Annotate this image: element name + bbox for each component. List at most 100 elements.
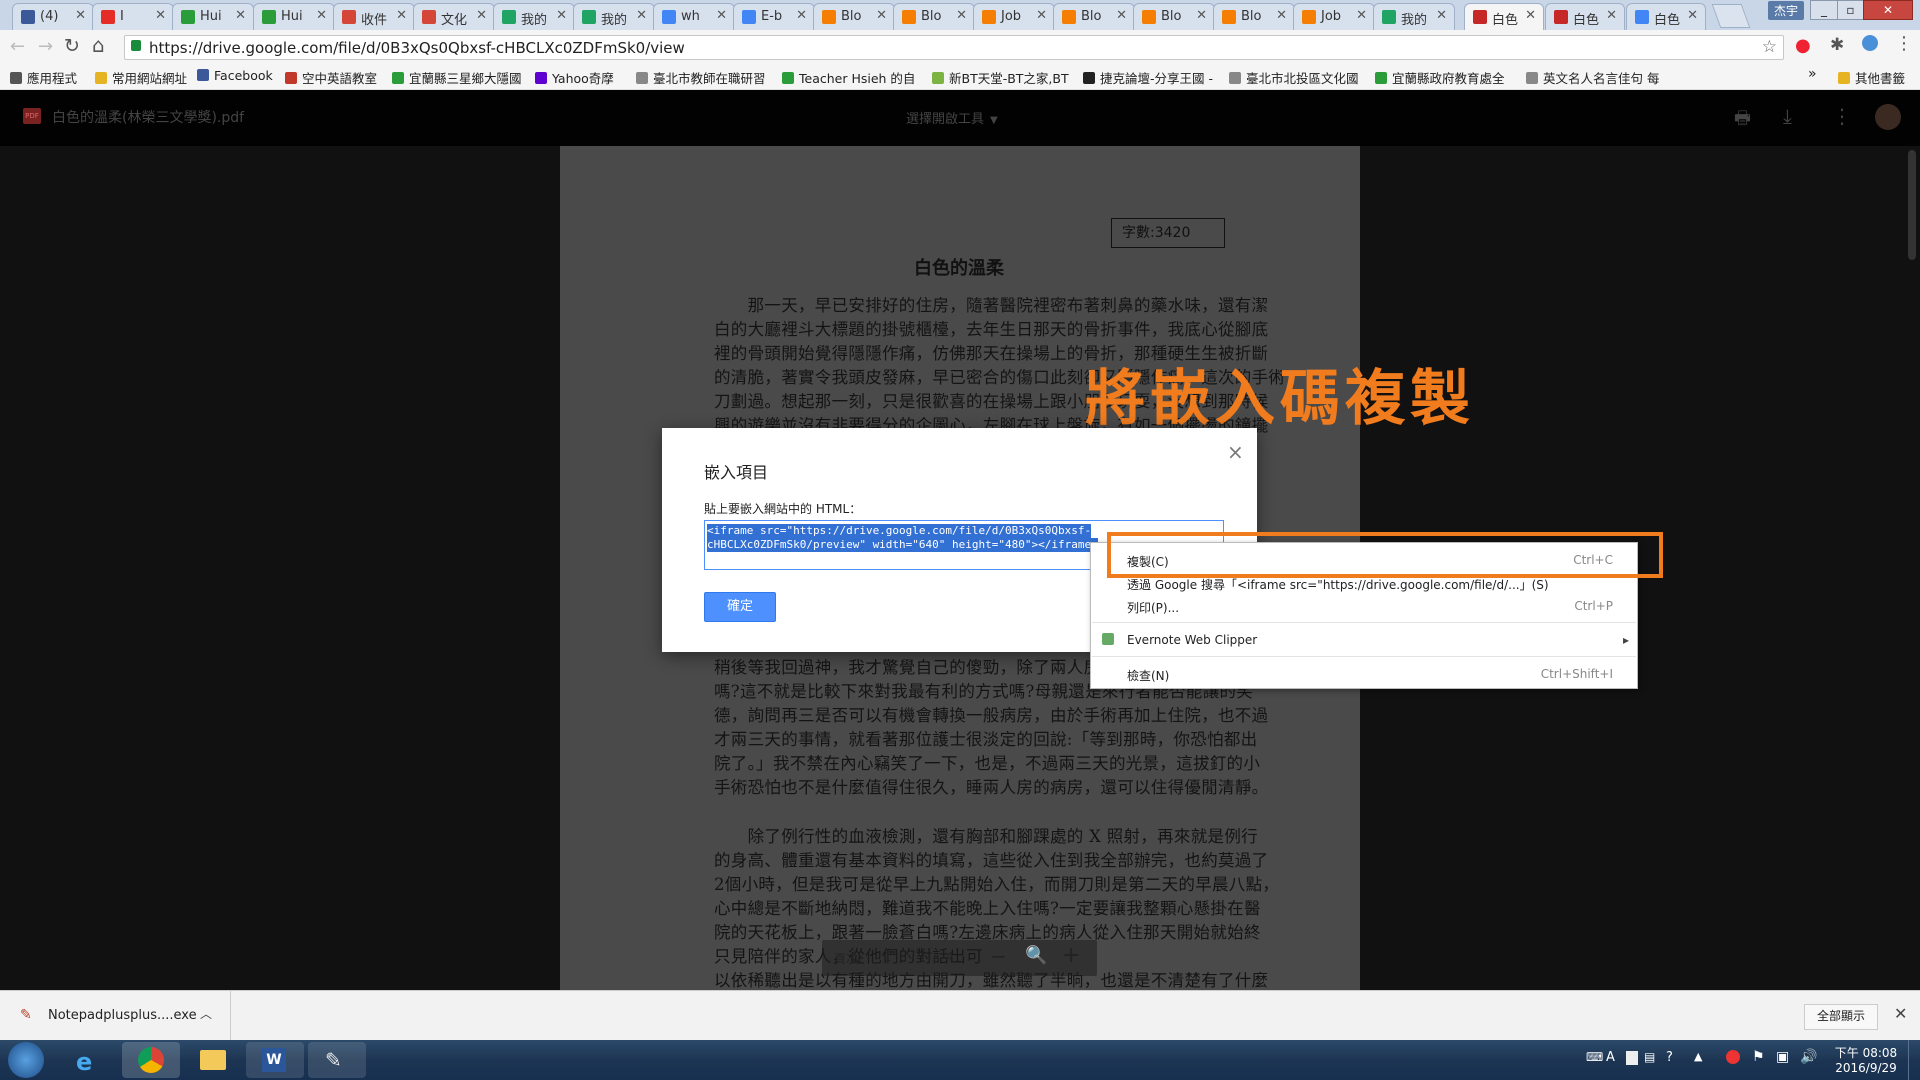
tab-close-icon[interactable]: ✕	[1687, 8, 1698, 23]
clock[interactable]: 下午 08:08 2016/9/29	[1830, 1044, 1902, 1075]
ok-button[interactable]: 確定	[704, 592, 776, 622]
paint-icon[interactable]: ✎	[308, 1042, 366, 1078]
open-with-button[interactable]: 選擇開啟工具 ▼	[906, 108, 998, 127]
tab-close-icon[interactable]: ✕	[476, 8, 487, 23]
ime-width-icon[interactable]	[1626, 1051, 1638, 1065]
bookmarks-overflow-button[interactable]: »	[1808, 66, 1817, 82]
chrome-icon[interactable]	[122, 1042, 180, 1078]
more-options-icon[interactable]: ⋮	[1832, 104, 1852, 128]
bookmark-item[interactable]: 新BT天堂-BT之家,BT	[932, 68, 1069, 87]
zoom-icon[interactable]: 🔍	[1025, 945, 1047, 966]
tab-close-icon[interactable]: ✕	[235, 8, 246, 23]
bookmark-item[interactable]: 應用程式	[10, 68, 77, 87]
tab[interactable]: E-b ✕	[733, 3, 815, 30]
help-icon[interactable]: ?	[1666, 1050, 1673, 1065]
tab-close-icon[interactable]: ✕	[396, 8, 407, 23]
close-window-button[interactable]: ✕	[1863, 0, 1913, 20]
tab-close-icon[interactable]: ✕	[316, 8, 327, 23]
page-scrollbar[interactable]	[1908, 150, 1916, 260]
extension-circle-icon[interactable]	[1862, 35, 1878, 51]
start-button[interactable]	[8, 1042, 44, 1078]
extension-fire-icon[interactable]: ●	[1795, 35, 1811, 56]
maximize-button[interactable]: ▫	[1837, 0, 1864, 20]
language-icon[interactable]: ⌨	[1586, 1050, 1603, 1064]
antivirus-icon[interactable]	[1726, 1050, 1740, 1064]
avatar[interactable]	[1875, 104, 1901, 130]
tab-close-icon[interactable]: ✕	[1276, 8, 1287, 23]
tab-close-icon[interactable]: ✕	[1525, 8, 1536, 23]
bookmark-item[interactable]: 宜蘭縣政府教育處全	[1375, 68, 1505, 87]
menu-item-evernote[interactable]: Evernote Web Clipper ▸	[1091, 629, 1637, 651]
chrome-menu-icon[interactable]: ⋮	[1895, 33, 1913, 54]
tray-expand-icon[interactable]: ▲	[1694, 1050, 1702, 1063]
tab[interactable]: 收件 ✕	[333, 3, 415, 30]
tab[interactable]: Hui ✕	[253, 3, 335, 30]
tab-close-icon[interactable]: ✕	[636, 8, 647, 23]
bookmark-item[interactable]: 宜蘭縣三星鄉大隱國	[392, 68, 522, 87]
bookmark-item[interactable]: 臺北市北投區文化國	[1229, 68, 1359, 87]
tab[interactable]: 文化 ✕	[413, 3, 495, 30]
other-bookmarks[interactable]: 其他書籤	[1838, 68, 1905, 87]
explorer-icon[interactable]	[184, 1042, 242, 1078]
menu-item-inspect[interactable]: 檢查(N) Ctrl+Shift+I	[1091, 663, 1637, 685]
tab-close-icon[interactable]: ✕	[1606, 8, 1617, 23]
tab-close-icon[interactable]: ✕	[796, 8, 807, 23]
show-desktop-button[interactable]	[1908, 1040, 1920, 1080]
reload-icon[interactable]: ↻	[64, 35, 80, 57]
volume-icon[interactable]: 🔊	[1800, 1049, 1817, 1065]
bookmark-item[interactable]: 捷克論壇-分享王國 -	[1083, 68, 1213, 87]
zoom-out-icon[interactable]: −	[990, 944, 1007, 968]
extension-puzzle-icon[interactable]: ✱	[1830, 35, 1844, 55]
tab[interactable]: 白色 ✕	[1626, 3, 1706, 30]
tab[interactable]: 白色 ✕	[1545, 3, 1625, 30]
tab-close-icon[interactable]: ✕	[956, 8, 967, 23]
url-text[interactable]: https://drive.google.com/file/d/0B3xQs0Q…	[149, 39, 685, 57]
word-icon[interactable]: W	[246, 1042, 304, 1078]
tab[interactable]: 我的 ✕	[573, 3, 655, 30]
download-item[interactable]: ✎ Notepadplusplus....exe ︿	[0, 991, 231, 1041]
print-icon[interactable]: 🖶	[1734, 106, 1751, 136]
bookmark-item[interactable]: Facebook	[197, 68, 273, 83]
back-icon[interactable]: ←	[10, 36, 25, 57]
tab-close-icon[interactable]: ✕	[1196, 8, 1207, 23]
ime-mode[interactable]: A	[1606, 1050, 1615, 1065]
page-number-input[interactable]: 1	[884, 950, 892, 964]
tab[interactable]: Blo ✕	[1133, 3, 1215, 30]
tab-close-icon[interactable]: ✕	[1116, 8, 1127, 23]
show-all-downloads-button[interactable]: 全部顯示	[1804, 1004, 1878, 1030]
tab[interactable]: 白色 ✕	[1464, 3, 1544, 30]
bookmark-item[interactable]: Yahoo奇摩	[535, 68, 614, 87]
tab[interactable]: (4) ✕	[12, 3, 94, 30]
download-icon[interactable]: ⤓	[1783, 104, 1792, 128]
chevron-up-icon[interactable]: ︿	[200, 1005, 212, 1022]
address-bar[interactable]: https://drive.google.com/file/d/0B3xQs0Q…	[124, 35, 1784, 60]
tab-close-icon[interactable]: ✕	[1356, 8, 1367, 23]
bookmark-item[interactable]: 英文名人名言佳句 每	[1526, 68, 1659, 87]
zoom-in-icon[interactable]: +	[1062, 943, 1080, 968]
tab-close-icon[interactable]: ✕	[1036, 8, 1047, 23]
minimize-button[interactable]: _	[1810, 0, 1838, 20]
bookmark-item[interactable]: 臺北市教師在職研習	[636, 68, 766, 87]
tab[interactable]: wh ✕	[653, 3, 735, 30]
tab-close-icon[interactable]: ✕	[716, 8, 727, 23]
tab[interactable]: 我的 ✕	[1373, 3, 1455, 30]
tab-close-icon[interactable]: ✕	[876, 8, 887, 23]
tab[interactable]: 我的 ✕	[493, 3, 575, 30]
close-shelf-icon[interactable]: ✕	[1894, 1004, 1907, 1023]
tab[interactable]: Job ✕	[1293, 3, 1375, 30]
tab[interactable]: Blo ✕	[1213, 3, 1295, 30]
tab[interactable]: Blo ✕	[893, 3, 975, 30]
tab[interactable]: Job ✕	[973, 3, 1055, 30]
ie-icon[interactable]: e	[60, 1042, 118, 1078]
new-tab-button[interactable]	[1711, 4, 1751, 28]
tab-close-icon[interactable]: ✕	[1436, 8, 1447, 23]
close-icon[interactable]: ×	[1227, 440, 1244, 464]
action-center-icon[interactable]: ⚑	[1752, 1049, 1765, 1065]
tab[interactable]: Blo ✕	[813, 3, 895, 30]
tab[interactable]: Hui ✕	[172, 3, 254, 30]
bookmark-item[interactable]: 常用網站網址	[95, 68, 187, 87]
bookmark-item[interactable]: 空中英語教室	[285, 68, 377, 87]
bookmark-item[interactable]: Teacher Hsieh 的自	[782, 68, 915, 87]
tab-close-icon[interactable]: ✕	[75, 8, 86, 23]
profile-name[interactable]: 杰宇	[1768, 1, 1805, 20]
